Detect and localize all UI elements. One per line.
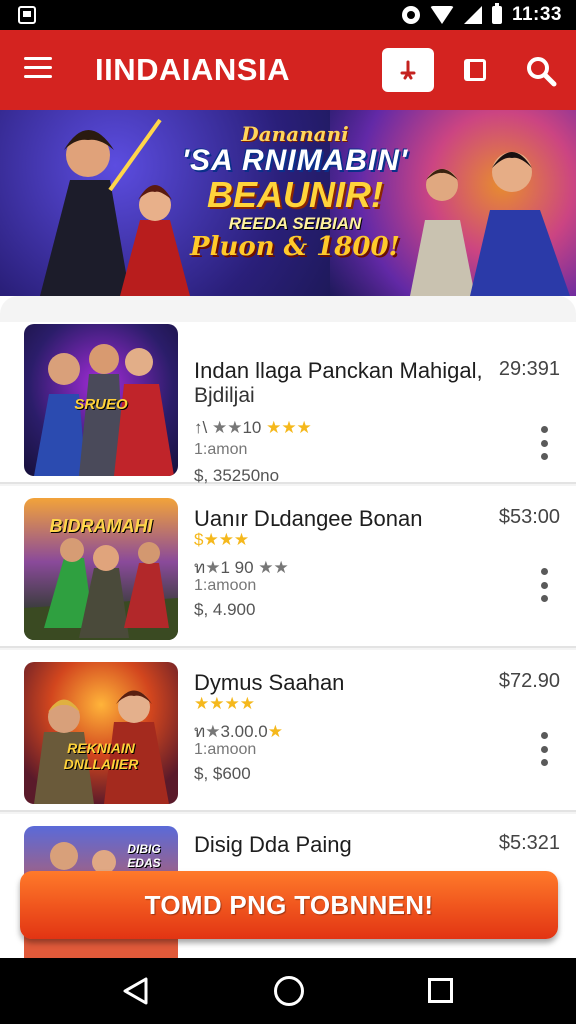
rating-value: 10: [242, 418, 267, 437]
item-thumbnail-label: BIDRAMAHI: [49, 516, 153, 536]
banner-line-2: 'SA RNIMABIN': [181, 144, 409, 177]
item-price: $72.90: [498, 670, 560, 692]
item-rating-stars: ★★★★: [194, 694, 255, 713]
item-price: $53:00: [498, 506, 560, 528]
list-item[interactable]: SRUEO Indan llaga Panckan Mahigal, Bjdil…: [0, 322, 576, 485]
rating-prefix: ท: [194, 722, 206, 741]
download-icon: [400, 60, 416, 80]
item-price: $5:321: [498, 832, 560, 854]
rating-stars-gray: ★: [205, 558, 221, 577]
status-bar: 11:33: [0, 0, 576, 30]
item-cost: $, 35250no: [194, 466, 280, 485]
rating-stars-gold: ★: [267, 722, 283, 741]
banner-line-5: Pluon & 1800!: [190, 232, 400, 262]
item-title: Dymus Saahan: [194, 670, 345, 695]
navigation-bar: [0, 958, 576, 1024]
app-bar: IINDAIANSIA: [0, 30, 576, 110]
rating-stars-gray: ★★: [258, 558, 289, 577]
rating-stars-gray: ★: [205, 722, 221, 741]
list-item[interactable]: BIDRAMAHI Uanır Dւdangee Bonan $53:00 $★…: [0, 486, 576, 648]
home-icon[interactable]: [274, 976, 304, 1006]
rating-stars-gray: ★★: [211, 418, 243, 437]
item-cost: $, $600: [194, 764, 251, 783]
rating-stars-gold: ★★★: [266, 418, 312, 437]
rating-prefix: ท: [194, 558, 206, 577]
signal-icon: [463, 6, 482, 24]
more-options-icon[interactable]: [536, 568, 552, 602]
item-title: Indan llaga Panckan Mahigal,: [194, 358, 483, 383]
download-button[interactable]: [382, 48, 434, 92]
item-price: 29:391: [498, 358, 560, 380]
list-item[interactable]: REKNIAIN DNLLAIIER Dymus Saahan $72.90 ★…: [0, 650, 576, 812]
battery-icon: [491, 3, 502, 24]
banner-line-4: REEDA SEIBIAN: [228, 214, 362, 233]
wifi-icon: [429, 6, 454, 24]
recents-icon[interactable]: [428, 978, 453, 1003]
item-meta: 1:amoon: [194, 741, 257, 758]
app-title: IINDAIANSIA: [95, 52, 290, 87]
banner-line-3: BEAUNIR!: [207, 174, 383, 215]
more-options-icon[interactable]: [536, 732, 552, 766]
item-meta: 1:amon: [194, 441, 248, 458]
item-thumbnail-label: SRUEO: [74, 396, 128, 413]
notification-icon: [18, 6, 36, 24]
cta-button[interactable]: TOMD PNG TOBNNEN!: [20, 871, 558, 939]
item-thumbnail-label: REKNIAIN DNLLAIIER: [63, 740, 139, 772]
item-title: Disig Dda Paing: [194, 832, 352, 857]
rating-prefix: ↑\: [194, 418, 212, 437]
menu-icon[interactable]: [24, 57, 52, 81]
item-thumbnail-label: DIBIG EDAS: [127, 842, 161, 870]
rating-value: 1 90: [220, 558, 259, 577]
game-list: SRUEO Indan llaga Panckan Mahigal, Bjdil…: [0, 296, 576, 958]
data-saver-icon: [401, 6, 420, 24]
banner-line-1: Dananani: [241, 122, 349, 146]
item-subtitle: Bjdiljai: [194, 384, 255, 407]
item-cost: $, 4.900: [194, 600, 256, 619]
item-rating: ↑\ ★★10 ★★★: [194, 418, 312, 438]
status-time: 11:33: [511, 4, 562, 25]
rating-value: 3.00.0: [220, 722, 268, 741]
item-meta: 1:amoon: [194, 577, 257, 594]
item-thumbnail: REKNIAIN DNLLAIIER: [24, 662, 178, 804]
banner-headline: Dananani 'SA RNIMABIN' BEAUNIR! REEDA SE…: [160, 122, 430, 262]
back-icon[interactable]: [120, 975, 152, 1007]
item-thumbnail: SRUEO: [24, 324, 178, 476]
more-options-icon[interactable]: [536, 426, 552, 460]
promo-banner[interactable]: Dananani 'SA RNIMABIN' BEAUNIR! REEDA SE…: [0, 110, 576, 296]
item-title: Uanır Dւdangee Bonan: [194, 506, 423, 531]
book-icon[interactable]: [460, 56, 490, 84]
search-icon[interactable]: [524, 54, 558, 88]
item-rating-stars: $★★★: [194, 530, 250, 549]
item-thumbnail: BIDRAMAHI: [24, 498, 178, 640]
